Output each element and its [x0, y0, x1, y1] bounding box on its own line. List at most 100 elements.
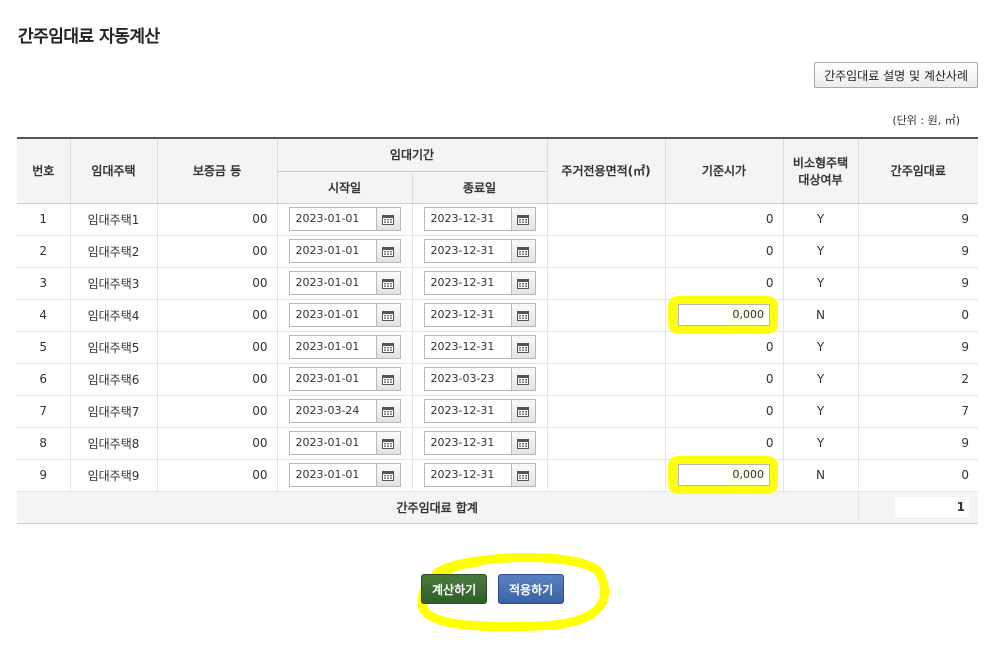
- calendar-icon[interactable]: [375, 208, 400, 230]
- calendar-icon[interactable]: [510, 400, 535, 422]
- row-base-price: 0: [664, 235, 784, 268]
- calendar-icon[interactable]: [510, 240, 535, 262]
- end-date-field[interactable]: 2023-12-31: [423, 463, 536, 487]
- end-date-field[interactable]: 2023-12-31: [423, 207, 536, 231]
- end-date-field[interactable]: 2023-12-31: [423, 271, 536, 295]
- calendar-icon[interactable]: [375, 400, 400, 422]
- calculate-button[interactable]: 계산하기: [421, 574, 488, 604]
- row-base-price: 0,000: [664, 296, 784, 334]
- row-house-name: 임대주택6: [69, 363, 157, 396]
- row-deemed-rent: 0: [857, 299, 979, 332]
- start-date-field[interactable]: 2023-01-01: [288, 431, 401, 455]
- start-date-field[interactable]: 2023-03-24: [288, 399, 401, 423]
- base-price-value: 0: [765, 340, 774, 354]
- calendar-icon[interactable]: [510, 304, 535, 326]
- row-base-price: 0: [664, 267, 784, 300]
- end-date-value[interactable]: 2023-12-31: [425, 272, 511, 294]
- end-date-field[interactable]: 2023-12-31: [423, 303, 536, 327]
- end-date-value[interactable]: 2023-12-31: [425, 208, 511, 230]
- header-deemed-rent: 간주임대료: [857, 137, 979, 204]
- calendar-icon[interactable]: [510, 336, 535, 358]
- header-start: 시작일: [276, 171, 412, 204]
- end-date-field[interactable]: 2023-12-31: [423, 239, 536, 263]
- base-price-input[interactable]: 0,000: [678, 304, 771, 326]
- start-date-value[interactable]: 2023-01-01: [290, 208, 376, 230]
- start-date-value[interactable]: 2023-01-01: [290, 432, 376, 454]
- row-area: [546, 331, 666, 364]
- row-deposit: 00: [156, 427, 277, 460]
- start-date-field[interactable]: 2023-01-01: [288, 335, 401, 359]
- header-small-house: 비소형주택 대상여부: [782, 137, 859, 204]
- end-date-value[interactable]: 2023-12-31: [425, 432, 511, 454]
- end-date-value[interactable]: 2023-12-31: [425, 400, 511, 422]
- start-date-value[interactable]: 2023-01-01: [290, 368, 376, 390]
- row-small-house-flag: N: [782, 299, 859, 332]
- start-date-value[interactable]: 2023-03-24: [290, 400, 376, 422]
- calendar-icon[interactable]: [510, 464, 535, 486]
- start-date-field[interactable]: 2023-01-01: [288, 239, 401, 263]
- calendar-icon[interactable]: [510, 208, 535, 230]
- calendar-icon[interactable]: [510, 432, 535, 454]
- calendar-icon[interactable]: [375, 304, 400, 326]
- end-date-field[interactable]: 2023-12-31: [423, 335, 536, 359]
- row-end-cell: 2023-12-31: [411, 427, 548, 460]
- row-small-house-flag: Y: [782, 235, 859, 268]
- row-area: [546, 427, 666, 460]
- base-price-value: 0: [765, 372, 774, 386]
- end-date-value[interactable]: 2023-12-31: [425, 336, 511, 358]
- row-base-price: 0: [664, 427, 784, 460]
- row-no: 3: [17, 267, 70, 300]
- calendar-icon[interactable]: [375, 336, 400, 358]
- calendar-icon[interactable]: [375, 464, 400, 486]
- end-date-field[interactable]: 2023-12-31: [423, 431, 536, 455]
- end-date-value[interactable]: 2023-12-31: [425, 464, 511, 486]
- row-no: 9: [17, 459, 70, 492]
- calendar-icon[interactable]: [375, 368, 400, 390]
- header-small-house-line1: 비소형주택: [792, 155, 849, 170]
- calendar-icon[interactable]: [375, 432, 400, 454]
- row-small-house-flag: Y: [782, 363, 859, 396]
- row-house-name: 임대주택4: [69, 299, 157, 332]
- action-bar: 계산하기 적용하기: [0, 574, 1000, 614]
- start-date-field[interactable]: 2023-01-01: [288, 367, 401, 391]
- row-deemed-rent: 9: [857, 427, 979, 460]
- description-button[interactable]: 간주임대료 설명 및 계산사례: [814, 62, 978, 88]
- end-date-value[interactable]: 2023-12-31: [425, 304, 511, 326]
- start-date-value[interactable]: 2023-01-01: [290, 464, 376, 486]
- start-date-value[interactable]: 2023-01-01: [290, 304, 376, 326]
- calendar-icon[interactable]: [510, 368, 535, 390]
- row-small-house-flag: Y: [782, 203, 859, 236]
- table-row: 6 임대주택6 00 2023-01-01 2023-03-23 0 Y 2: [17, 363, 979, 396]
- end-date-value[interactable]: 2023-03-23: [425, 368, 511, 390]
- header-deposit: 보증금 등: [156, 137, 277, 204]
- row-small-house-flag: Y: [782, 267, 859, 300]
- start-date-field[interactable]: 2023-01-01: [288, 463, 401, 487]
- calendar-icon[interactable]: [375, 272, 400, 294]
- end-date-field[interactable]: 2023-03-23: [423, 367, 536, 391]
- start-date-value[interactable]: 2023-01-01: [290, 240, 376, 262]
- base-price-input[interactable]: 0,000: [678, 464, 771, 486]
- row-small-house-flag: Y: [782, 395, 859, 428]
- row-house-name: 임대주택9: [69, 459, 157, 492]
- end-date-value[interactable]: 2023-12-31: [425, 240, 511, 262]
- start-date-value[interactable]: 2023-01-01: [290, 336, 376, 358]
- calendar-icon[interactable]: [510, 272, 535, 294]
- end-date-field[interactable]: 2023-12-31: [423, 399, 536, 423]
- calendar-icon[interactable]: [375, 240, 400, 262]
- header-base-price: 기준시가: [664, 137, 784, 204]
- row-deposit: 00: [156, 299, 277, 332]
- table-row: 1 임대주택1 00 2023-01-01 2023-12-31 0 Y 9: [17, 203, 979, 236]
- start-date-field[interactable]: 2023-01-01: [288, 303, 401, 327]
- row-small-house-flag: Y: [782, 331, 859, 364]
- row-deemed-rent: 2: [857, 363, 979, 396]
- row-area: [546, 235, 666, 268]
- row-house-name: 임대주택1: [69, 203, 157, 236]
- header-area: 주거전용면적(㎡): [546, 137, 666, 204]
- row-no: 7: [17, 395, 70, 428]
- start-date-value[interactable]: 2023-01-01: [290, 272, 376, 294]
- sum-row: 간주임대료 합계 1: [17, 491, 979, 524]
- row-area: [546, 395, 666, 428]
- start-date-field[interactable]: 2023-01-01: [288, 271, 401, 295]
- start-date-field[interactable]: 2023-01-01: [288, 207, 401, 231]
- apply-button[interactable]: 적용하기: [498, 574, 565, 604]
